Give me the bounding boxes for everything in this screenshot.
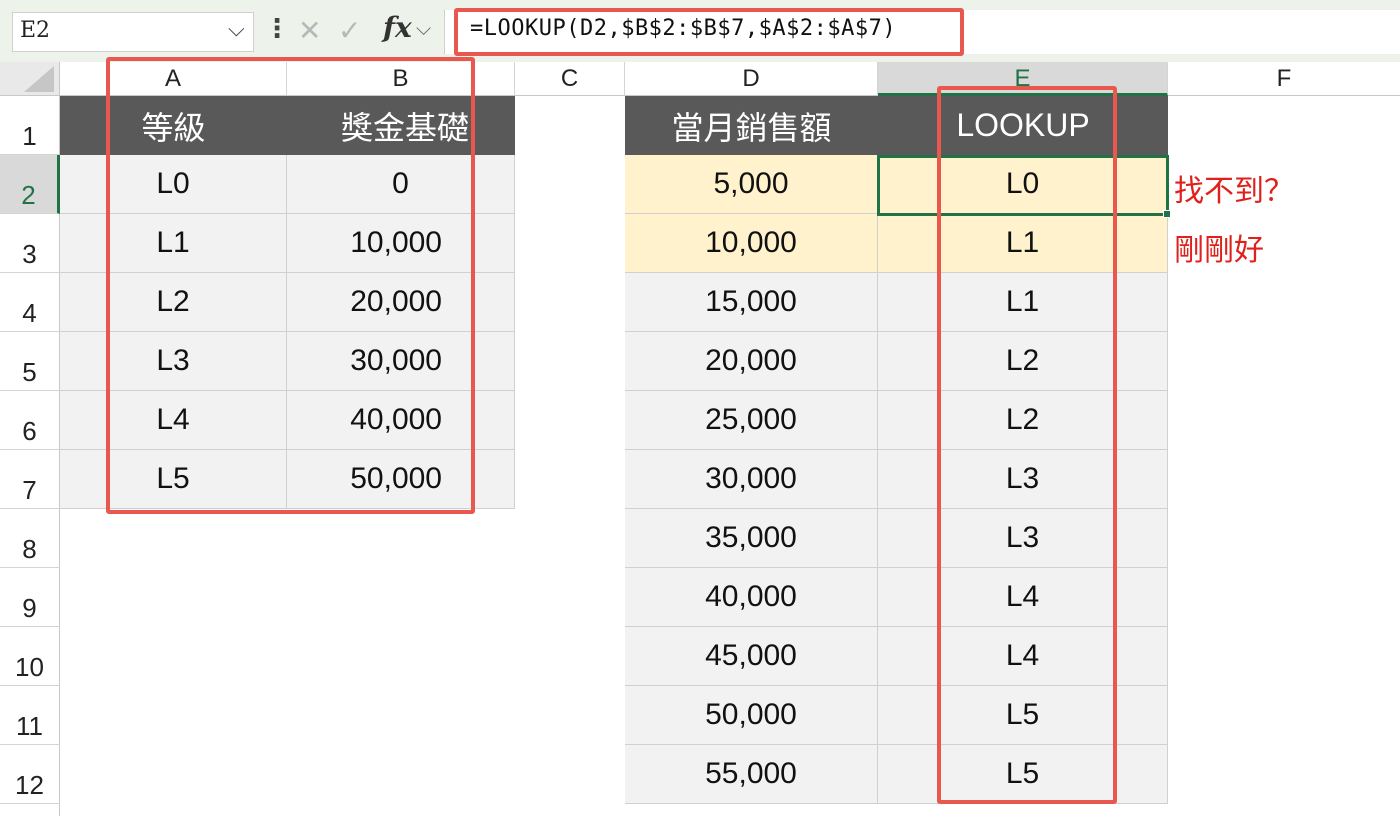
row-header-3[interactable]: 3	[0, 214, 60, 273]
table2-sales-cell[interactable]: 45,000	[625, 627, 878, 686]
column-header-f[interactable]: F	[1168, 62, 1400, 96]
more-options-icon[interactable]: ⋮	[264, 13, 290, 44]
row-header-11[interactable]: 11	[0, 686, 60, 745]
table2-sales-cell[interactable]: 40,000	[625, 568, 878, 627]
table2-sales-cell[interactable]: 10,000	[625, 214, 878, 273]
fill-handle[interactable]	[1163, 210, 1171, 218]
chevron-down-icon[interactable]: ⌵	[228, 16, 245, 42]
row-header-5[interactable]: 5	[0, 332, 60, 391]
table2-header-sales[interactable]: 當月銷售額	[625, 96, 878, 155]
column-header-d[interactable]: D	[625, 62, 878, 96]
row-header-4[interactable]: 4	[0, 273, 60, 332]
row-header-2[interactable]: 2	[0, 155, 60, 214]
row-header-13[interactable]	[0, 804, 60, 816]
note-exact-match: 剛剛好	[1174, 234, 1264, 267]
row-header-12[interactable]: 12	[0, 745, 60, 804]
row-header-1[interactable]: 1	[0, 96, 60, 155]
cancel-icon[interactable]: ✕	[298, 14, 321, 47]
row-header-6[interactable]: 6	[0, 391, 60, 450]
row-header-8[interactable]: 8	[0, 509, 60, 568]
row-header-9[interactable]: 9	[0, 568, 60, 627]
column-header-c[interactable]: C	[515, 62, 625, 96]
select-all-triangle-icon	[24, 66, 54, 92]
lookup-column-callout-box	[937, 86, 1117, 804]
row-header-10[interactable]: 10	[0, 627, 60, 686]
table2-sales-cell[interactable]: 25,000	[625, 391, 878, 450]
table2-sales-cell[interactable]: 50,000	[625, 686, 878, 745]
enter-check-icon[interactable]: ✓	[338, 14, 361, 47]
table2-sales-cell[interactable]: 30,000	[625, 450, 878, 509]
table2-sales-cell[interactable]: 20,000	[625, 332, 878, 391]
chevron-down-icon[interactable]: ⌵	[416, 18, 431, 41]
row-header-7[interactable]: 7	[0, 450, 60, 509]
table2-sales-cell[interactable]: 5,000	[625, 155, 878, 214]
table1-callout-box	[106, 57, 475, 514]
insert-function-icon[interactable]: fx	[383, 11, 412, 44]
table2-sales-cell[interactable]: 15,000	[625, 273, 878, 332]
table2-sales-cell[interactable]: 55,000	[625, 745, 878, 804]
table2-sales-cell[interactable]: 35,000	[625, 509, 878, 568]
note-not-found: 找不到？	[1174, 175, 1294, 208]
name-box-value: E2	[20, 18, 51, 43]
formula-callout-box	[454, 8, 964, 56]
